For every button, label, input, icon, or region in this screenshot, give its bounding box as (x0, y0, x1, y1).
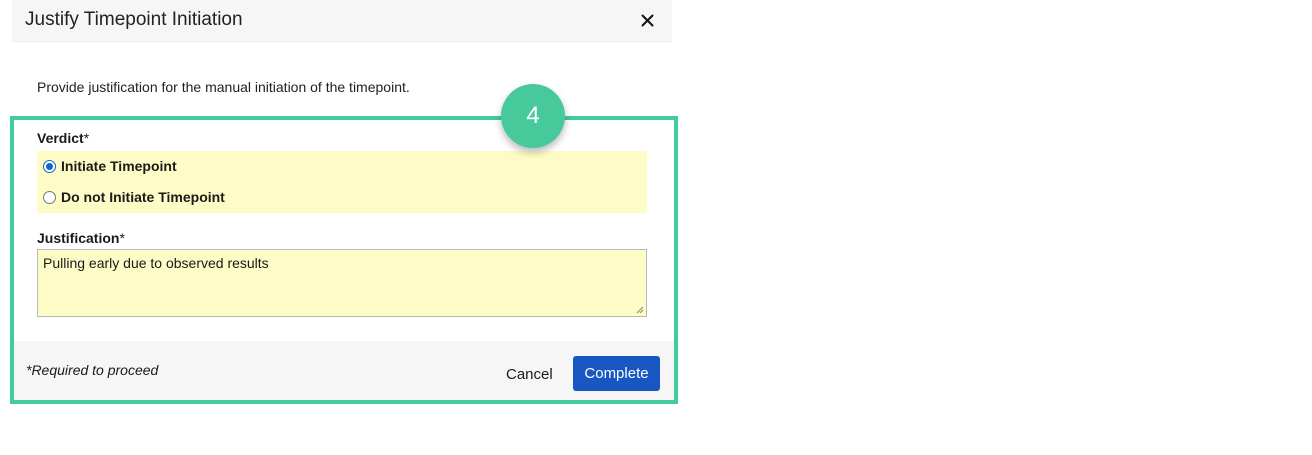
close-icon[interactable] (636, 9, 658, 31)
dialog-title: Justify Timepoint Initiation (25, 9, 243, 30)
verdict-required-mark: * (83, 130, 90, 146)
radio-label-initiate: Initiate Timepoint (61, 158, 177, 174)
radio-do-not-initiate-timepoint[interactable]: Do not Initiate Timepoint (43, 186, 225, 208)
verdict-label-text: Verdict (37, 130, 84, 146)
close-x-glyph (641, 14, 653, 26)
justification-label-text: Justification (37, 230, 120, 246)
required-note: *Required to proceed (26, 362, 159, 378)
dialog-footer: *Required to proceed Cancel Complete (14, 341, 674, 400)
dialog-instructions: Provide justification for the manual ini… (37, 79, 410, 95)
verdict-radio-group: Initiate Timepoint Do not Initiate Timep… (37, 151, 647, 213)
step-number-badge: 4 (501, 84, 565, 148)
verdict-label: Verdict* (37, 130, 89, 146)
radio-initiate-timepoint[interactable]: Initiate Timepoint (43, 155, 177, 177)
justification-value: Pulling early due to observed results (43, 255, 269, 271)
justification-textarea[interactable]: Pulling early due to observed results (37, 249, 647, 317)
complete-button[interactable]: Complete (573, 356, 660, 391)
cancel-button[interactable]: Cancel (498, 357, 561, 391)
radio-label-do-not-initiate: Do not Initiate Timepoint (61, 189, 225, 205)
justification-required-mark: * (119, 230, 125, 246)
radio-button-unselected[interactable] (43, 190, 56, 204)
resize-grip-icon[interactable] (636, 306, 644, 314)
dialog-header: Justify Timepoint Initiation (12, 0, 672, 42)
radio-button-selected[interactable] (43, 159, 56, 173)
justification-label: Justification* (37, 230, 125, 246)
